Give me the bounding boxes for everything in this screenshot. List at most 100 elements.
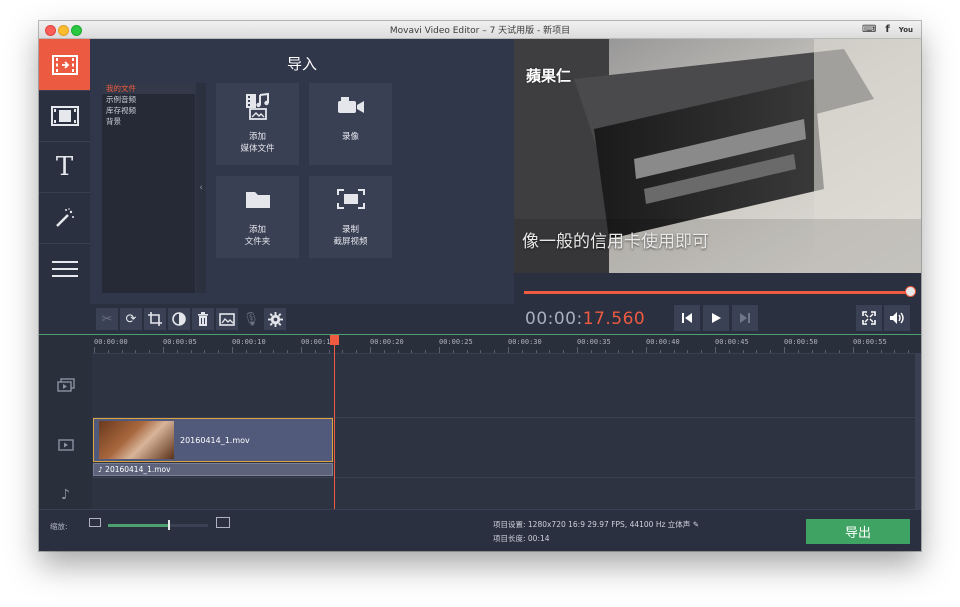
more-tool[interactable] [39, 243, 90, 294]
app-window: Movavi Video Editor – 7 天试用版 - 新项目 ⌨ f Y… [39, 21, 921, 551]
ruler-tick-mark [342, 350, 344, 353]
timecode: 00:00:17.560 [525, 309, 645, 329]
rotate-icon: ⟳ [125, 311, 137, 327]
ruler-tick-mark [425, 350, 427, 353]
category-list: 我的文件 示例音频 库存视频 背景 [102, 83, 195, 293]
subtitle-text: 像一般的信用卡使用即可 [522, 232, 709, 252]
ruler-tick-mark [383, 350, 385, 353]
ruler-tick-mark [880, 350, 882, 353]
ruler-tick-mark [176, 350, 178, 353]
zoom-slider[interactable] [108, 520, 208, 530]
progress-knob[interactable] [905, 286, 916, 297]
ruler-tick-mark [577, 347, 578, 353]
record-audio-button[interactable]: 🎙 [240, 308, 262, 330]
ruler-tick-label: 00:00:25 [439, 338, 473, 346]
timeline-scrollbar[interactable] [915, 353, 921, 510]
ruler-tick-mark [839, 350, 841, 353]
youtube-icon[interactable]: You [899, 26, 913, 34]
ruler-tick-mark [121, 350, 123, 353]
ruler-tick-mark [673, 350, 675, 353]
category-sample-audio[interactable]: 示例音频 [102, 94, 195, 105]
export-button[interactable]: 导出 [806, 519, 910, 544]
crop-button[interactable] [144, 308, 166, 330]
ruler-tick-mark [480, 350, 482, 353]
import-tool[interactable] [39, 39, 90, 91]
zoom-out-icon[interactable] [89, 518, 101, 527]
rotate-button[interactable]: ⟳ [120, 308, 142, 330]
delete-button[interactable] [192, 308, 214, 330]
subtitle-icon[interactable]: ⌨ [862, 24, 876, 35]
ruler-tick-label: 00:00:50 [784, 338, 818, 346]
progress-track[interactable] [524, 291, 911, 294]
next-frame-button[interactable] [732, 305, 758, 331]
menu-icon [51, 260, 78, 277]
ruler-tick-mark [452, 350, 454, 353]
clip-name: 20160414_1.mov [180, 436, 250, 445]
add-folder-button[interactable]: 添加 文件夹 [216, 176, 299, 258]
folder-icon [245, 192, 270, 208]
ruler-tick-mark [701, 350, 703, 353]
settings-button[interactable] [264, 308, 286, 330]
video-clip[interactable]: 20160414_1.mov [93, 418, 333, 462]
add-media-button[interactable]: 添加 媒体文件 [216, 83, 299, 165]
previous-frame-button[interactable] [674, 305, 700, 331]
edit-toolbar: ✂ ⟳ 🎙 [90, 304, 514, 334]
ruler-tick-label: 00:00:35 [577, 338, 611, 346]
filters-tool[interactable] [39, 90, 90, 142]
ruler-tick-mark [784, 347, 785, 353]
ruler-tick-label: 00:00:20 [370, 338, 404, 346]
record-video-button[interactable]: 录像 [309, 83, 392, 165]
volume-button[interactable] [884, 305, 910, 331]
project-length: 项目长度: 00:14 [493, 534, 550, 543]
category-backgrounds[interactable]: 背景 [102, 116, 195, 127]
playhead-handle[interactable] [330, 335, 339, 345]
ruler-tick-mark [521, 350, 523, 353]
ruler-tick-mark [894, 350, 896, 353]
fullscreen-button[interactable] [856, 305, 882, 331]
facebook-icon[interactable]: f [885, 24, 889, 35]
add-media-icon [245, 92, 269, 120]
titles-tool[interactable]: T [39, 141, 90, 193]
media-properties-button[interactable] [216, 308, 238, 330]
ruler-tick-mark [328, 350, 330, 353]
ruler-tick-mark [107, 350, 109, 353]
audio-clip[interactable]: ♪ 20160414_1.mov [93, 463, 333, 476]
color-adjust-button[interactable] [168, 308, 190, 330]
ruler-tick-label: 00:00:00 [94, 338, 128, 346]
ruler-tick-mark [908, 350, 910, 353]
sidebar: T [39, 39, 90, 295]
effects-tool[interactable] [39, 192, 90, 244]
category-stock-video[interactable]: 库存视频 [102, 105, 195, 116]
zoom-in-icon[interactable] [216, 517, 230, 528]
zoom-slider-knob[interactable] [168, 520, 170, 530]
collapse-handle[interactable]: ‹ [196, 83, 206, 293]
category-my-files[interactable]: 我的文件 [102, 83, 195, 94]
track-header-column [39, 335, 93, 510]
ruler-tick-mark [273, 350, 275, 353]
skip-back-icon [682, 313, 692, 323]
overlay-track[interactable] [92, 354, 918, 418]
ruler-tick-mark [259, 350, 261, 353]
cut-button[interactable]: ✂ [96, 308, 118, 330]
ruler-tick-mark [356, 350, 358, 353]
timeline-ruler[interactable]: 00:00:00 00:00:05 00:00:10 00:00:15 00:00:20… [92, 335, 921, 354]
ruler-tick-mark [549, 350, 551, 353]
ruler-tick-mark [370, 347, 371, 353]
audio-track-icon: ♪ [39, 485, 92, 505]
ruler-tick-mark [149, 350, 151, 353]
ruler-tick-mark [245, 350, 247, 353]
import-panel: 导入 我的文件 示例音频 库存视频 背景 ‹ 添加 媒体文件 录像 添加 文件夹… [90, 39, 514, 304]
video-preview[interactable]: 蘋果仁 像一般的信用卡使用即可 [514, 39, 921, 273]
zoom-slider-fill [108, 524, 168, 527]
microphone-icon: 🎙 [242, 311, 260, 327]
pencil-icon[interactable]: ✎ [693, 520, 699, 529]
audio-clip-name: ♪ 20160414_1.mov [98, 465, 171, 474]
record-screen-button[interactable]: 录制 截屏视频 [309, 176, 392, 258]
overlay-icon [56, 378, 75, 392]
play-button[interactable] [703, 305, 729, 331]
audio-track[interactable] [92, 478, 918, 511]
ruler-tick-mark [190, 350, 192, 353]
contrast-icon [172, 312, 186, 326]
ruler-tick-mark [646, 347, 647, 353]
chevron-left-icon: ‹ [199, 183, 203, 193]
